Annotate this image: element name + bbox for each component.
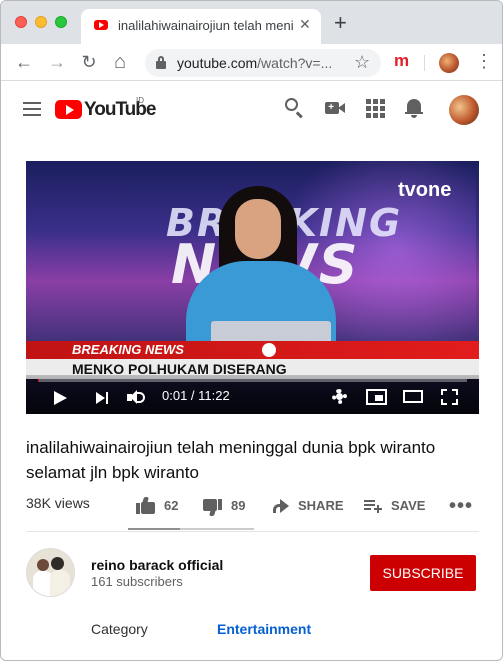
- miniplayer-icon[interactable]: [366, 389, 387, 405]
- youtube-favicon-icon: [94, 20, 108, 30]
- minimize-window-button[interactable]: [35, 16, 47, 28]
- channel-name[interactable]: reino barack official: [91, 557, 223, 573]
- like-count: 62: [164, 498, 179, 513]
- profile-avatar-icon[interactable]: [439, 53, 459, 73]
- tvone-logo: tvone: [398, 179, 451, 202]
- channel-avatar[interactable]: [26, 548, 75, 597]
- video-title: inalilahiwainairojiun telah meninggal du…: [26, 438, 436, 482]
- close-window-button[interactable]: [15, 16, 27, 28]
- browser-window: inalilahiwainairojiun telah meninggal du…: [0, 0, 503, 661]
- category-link[interactable]: Entertainment: [217, 621, 311, 637]
- breaking-news-label: BREAKING NEWS: [72, 342, 184, 357]
- address-bar[interactable]: youtube.com/watch?v=... ☆: [145, 49, 381, 77]
- back-icon[interactable]: ←: [13, 51, 35, 73]
- url-host: youtube.com: [177, 55, 258, 71]
- apps-grid-icon[interactable]: [364, 97, 386, 119]
- youtube-play-icon: [55, 100, 82, 119]
- time-display: 0:01 / 11:22: [162, 388, 230, 403]
- bookmark-star-icon[interactable]: ☆: [354, 52, 370, 73]
- ticker-logo-icon: [262, 343, 276, 357]
- volume-icon[interactable]: [127, 390, 147, 406]
- category-label: Category: [91, 621, 148, 637]
- browser-toolbar: ← → ↻ ⌂ youtube.com/watch?v=... ☆ m ⋮: [1, 44, 502, 81]
- tab-title: inalilahiwainairojiun telah meninggal du…: [118, 18, 293, 33]
- video-frame: BREAKING NEWS tvone: [26, 161, 479, 371]
- share-arrow-icon: [272, 499, 290, 513]
- progress-bar[interactable]: [38, 379, 467, 382]
- lock-icon[interactable]: [156, 56, 166, 69]
- tab-strip: inalilahiwainairojiun telah meninggal du…: [1, 1, 502, 44]
- news-anchor-face: [235, 199, 281, 259]
- thumbs-up-icon: [136, 497, 155, 514]
- section-divider: [26, 531, 479, 532]
- sentiment-fill: [128, 528, 180, 530]
- save-label: SAVE: [391, 498, 426, 513]
- home-icon[interactable]: ⌂: [109, 51, 131, 73]
- subscribe-button[interactable]: SUBSCRIBE: [370, 555, 476, 591]
- extension-m-icon[interactable]: m: [394, 52, 409, 70]
- url-path: /watch?v=...: [257, 55, 333, 71]
- player-controls: 0:01 / 11:22: [26, 375, 479, 414]
- playlist-add-icon: [364, 500, 382, 513]
- notifications-bell-icon[interactable]: [404, 97, 426, 119]
- toolbar-separator: [424, 55, 425, 71]
- subscriber-count: 161 subscribers: [91, 574, 183, 589]
- browser-menu-icon[interactable]: ⋮: [475, 51, 493, 71]
- url-text: youtube.com/watch?v=...: [177, 55, 332, 71]
- new-tab-button[interactable]: +: [334, 12, 347, 34]
- next-icon[interactable]: [96, 392, 105, 404]
- search-icon[interactable]: [284, 97, 306, 119]
- settings-gear-icon[interactable]: [331, 388, 348, 405]
- dislike-count: 89: [231, 498, 246, 513]
- breaking-news-bar: BREAKING NEWS: [26, 341, 479, 359]
- youtube-wordmark: YouTube: [84, 99, 156, 120]
- progress-fill: [38, 379, 39, 382]
- forward-icon[interactable]: →: [46, 51, 68, 73]
- youtube-header: YouTube ID +: [1, 81, 502, 137]
- video-player[interactable]: BREAKING NEWS tvone BREAKING NEWS MENKO …: [26, 161, 479, 414]
- account-avatar[interactable]: [449, 95, 479, 125]
- tvone-logo-text: tvone: [398, 179, 452, 201]
- theater-mode-icon[interactable]: [403, 390, 423, 403]
- next-bar-icon[interactable]: [106, 392, 108, 404]
- tab-close-icon[interactable]: ✕: [299, 16, 311, 33]
- reload-icon[interactable]: ↻: [78, 51, 100, 73]
- share-label: SHARE: [298, 498, 344, 513]
- play-icon[interactable]: [54, 391, 67, 405]
- view-count: 38K views: [26, 495, 90, 511]
- fullscreen-icon[interactable]: [441, 389, 458, 405]
- maximize-window-button[interactable]: [55, 16, 67, 28]
- sentiment-bar: [128, 528, 254, 530]
- country-code: ID: [136, 96, 144, 105]
- thumbs-down-icon: [203, 499, 222, 516]
- create-video-icon[interactable]: +: [324, 97, 346, 119]
- more-actions-icon[interactable]: •••: [449, 496, 473, 516]
- browser-tab[interactable]: inalilahiwainairojiun telah meninggal du…: [81, 9, 321, 44]
- hamburger-menu-icon[interactable]: [23, 102, 41, 116]
